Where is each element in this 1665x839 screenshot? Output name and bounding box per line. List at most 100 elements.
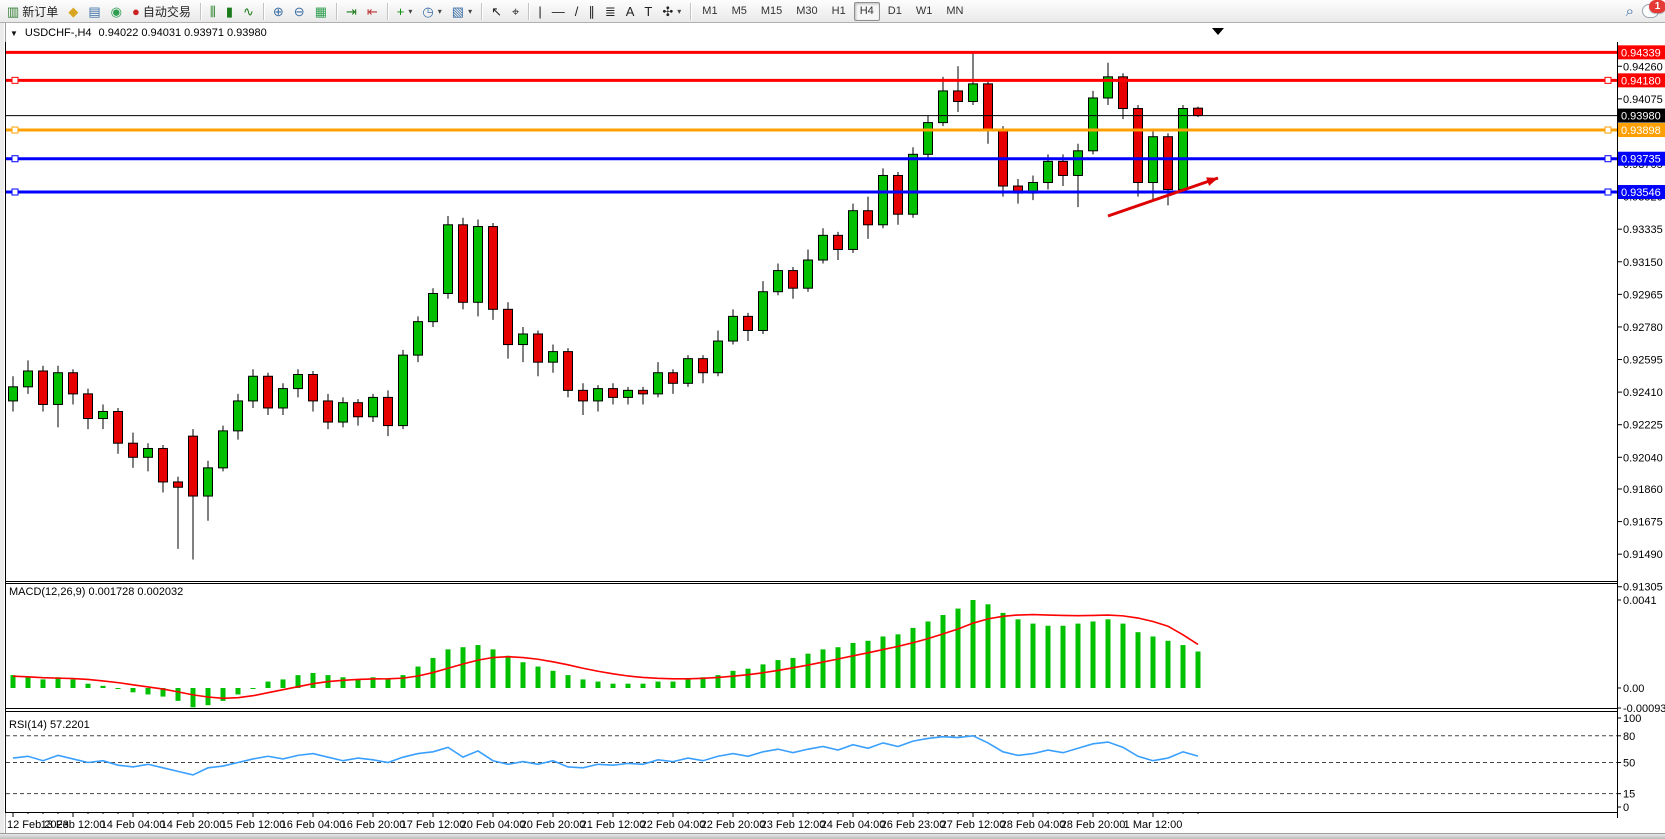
chart-shift-marker[interactable] <box>1212 28 1224 35</box>
chart-menu-icon[interactable]: ▼ <box>10 29 18 38</box>
timeframe-mn-button[interactable]: MN <box>940 2 969 21</box>
candle-body <box>624 390 633 397</box>
templates-button[interactable]: ▧▾ <box>447 1 477 22</box>
hline-pivot-orange[interactable]: 0.93898 <box>6 123 1665 137</box>
periods-dropdown-icon[interactable]: ▾ <box>438 7 442 16</box>
equidistant-channel-icon: ∥ <box>588 5 595 18</box>
macd-histogram-bar <box>1166 641 1171 688</box>
toolbar-timeframe-group: M1M5M15M30H1H4D1W1MN <box>695 1 970 21</box>
pane-splitter[interactable] <box>5 582 1618 584</box>
candle-body <box>1194 108 1203 115</box>
market-watch-icon: ◆ <box>68 5 78 18</box>
hline-handle[interactable] <box>1605 77 1611 83</box>
zoom-in-button[interactable]: ⊕ <box>268 1 289 22</box>
crosshair-button[interactable]: ⌖ <box>507 1 524 22</box>
candle-body <box>954 91 963 102</box>
hline-handle[interactable] <box>12 189 18 195</box>
macd-histogram-bar <box>506 656 511 688</box>
arrows-button[interactable]: ✣▾ <box>657 1 686 22</box>
macd-histogram-bar <box>131 688 136 692</box>
text-label-button[interactable]: T <box>639 1 657 22</box>
notifications-icon[interactable]: 1 <box>1642 4 1659 18</box>
line-chart-button[interactable]: ∿ <box>238 1 259 22</box>
templates-dropdown-icon[interactable]: ▾ <box>468 7 472 16</box>
macd-histogram-bar <box>581 679 586 688</box>
toolbar-separator <box>200 3 201 20</box>
macd-histogram-bar <box>341 677 346 688</box>
hline-resistance-upper[interactable]: 0.94339 <box>6 45 1665 59</box>
vertical-line-icon: | <box>538 5 541 18</box>
macd-histogram-bar <box>101 686 106 688</box>
timeframe-w1-button[interactable]: W1 <box>910 2 939 21</box>
mt4-terminal: ▥新订单◆▤◉●自动交易 ⫼▮∿ ⊕⊖▦ ⇥⇤ +▾◷▾▧▾ ↖⌖ |—/∥≣A… <box>0 0 1665 839</box>
macd-histogram-bar <box>86 684 91 688</box>
candle-body <box>1179 109 1188 190</box>
fibonacci-button[interactable]: ≣ <box>600 1 621 22</box>
periods-button[interactable]: ◷▾ <box>417 1 446 22</box>
hline-resistance-lower[interactable]: 0.94180 <box>6 73 1665 87</box>
price-axis[interactable]: 0.942600.940750.938900.937050.935200.933… <box>1617 61 1663 593</box>
candle-body <box>189 436 198 496</box>
candle-body <box>429 293 438 321</box>
text-button[interactable]: A <box>621 1 640 22</box>
time-axis-label: 14 Feb 20:00 <box>161 819 226 831</box>
candlestick-chart-button[interactable]: ▮ <box>221 1 238 22</box>
chart-shift-button[interactable]: ⇥ <box>341 1 362 22</box>
timeframe-m5-button[interactable]: M5 <box>726 2 753 21</box>
macd-histogram-bar <box>416 667 421 688</box>
hline-handle[interactable] <box>12 156 18 162</box>
auto-scroll-button[interactable]: ⇤ <box>362 1 383 22</box>
market-watch-button[interactable]: ◆ <box>63 1 83 22</box>
macd-pane: 0.00410.00-0.000934MACD(12,26,9) 0.00172… <box>9 586 1665 715</box>
hline-handle[interactable] <box>12 77 18 83</box>
hline-handle[interactable] <box>1605 156 1611 162</box>
new-order-button[interactable]: ▥新订单 <box>2 1 63 22</box>
rsi-axis-label: 50 <box>1623 758 1635 770</box>
main-toolbar: ▥新订单◆▤◉●自动交易 ⫼▮∿ ⊕⊖▦ ⇥⇤ +▾◷▾▧▾ ↖⌖ |—/∥≣A… <box>0 0 1665 23</box>
signals-button[interactable]: ◉ <box>106 1 127 22</box>
line-chart-icon: ∿ <box>243 5 254 18</box>
cursor-button[interactable]: ↖ <box>486 1 507 22</box>
horizontal-line-button[interactable]: — <box>547 1 570 22</box>
macd-histogram-bar <box>281 679 286 688</box>
zoom-out-button[interactable]: ⊖ <box>289 1 310 22</box>
hline-support-upper[interactable]: 0.93735 <box>6 152 1665 166</box>
time-axis-label: 21 Feb 12:00 <box>581 819 646 831</box>
macd-axis-label: 0.0041 <box>1623 595 1657 607</box>
periods-icon: ◷ <box>422 5 433 18</box>
candle-body <box>324 401 333 422</box>
candle-body <box>399 355 408 425</box>
indicators-dropdown-icon[interactable]: ▾ <box>408 7 412 16</box>
tile-windows-button[interactable]: ▦ <box>310 1 332 22</box>
timeframe-h4-button[interactable]: H4 <box>854 2 880 21</box>
candle-body <box>1059 161 1068 175</box>
price-tick-label: 0.92410 <box>1623 387 1663 399</box>
hline-handle[interactable] <box>12 127 18 133</box>
vertical-line-button[interactable]: | <box>533 1 546 22</box>
arrows-dropdown-icon[interactable]: ▾ <box>677 7 681 16</box>
search-icon[interactable]: ⌕ <box>1626 5 1634 18</box>
hline-handle[interactable] <box>1605 127 1611 133</box>
bar-chart-button[interactable]: ⫼ <box>205 1 221 22</box>
hline-current-price[interactable]: 0.93980 <box>6 109 1665 123</box>
timeframe-d1-button[interactable]: D1 <box>882 2 908 21</box>
auto-trading-button[interactable]: ●自动交易 <box>127 1 196 22</box>
candle-body <box>24 371 33 387</box>
candle-body <box>264 376 273 408</box>
timeframe-m30-button[interactable]: M30 <box>790 2 823 21</box>
trendline-button[interactable]: / <box>570 1 584 22</box>
price-tag-label: 0.93735 <box>1621 154 1661 166</box>
timeframe-h1-button[interactable]: H1 <box>826 2 852 21</box>
equidistant-channel-button[interactable]: ∥ <box>583 1 600 22</box>
hline-handle[interactable] <box>1605 189 1611 195</box>
data-window-button[interactable]: ▤ <box>83 1 105 22</box>
candle-body <box>1134 109 1143 183</box>
chart-canvas[interactable]: 0.942600.940750.938900.937050.935200.933… <box>0 42 1665 834</box>
timeframe-m1-button[interactable]: M1 <box>696 2 723 21</box>
indicators-button[interactable]: +▾ <box>392 1 418 22</box>
time-axis[interactable]: 12 Feb 202313 Feb 12:0014 Feb 04:0014 Fe… <box>7 812 1198 831</box>
candle-body <box>414 322 423 355</box>
hline-support-lower[interactable]: 0.93546 <box>6 185 1665 199</box>
pane-splitter[interactable] <box>5 709 1618 712</box>
timeframe-m15-button[interactable]: M15 <box>755 2 788 21</box>
